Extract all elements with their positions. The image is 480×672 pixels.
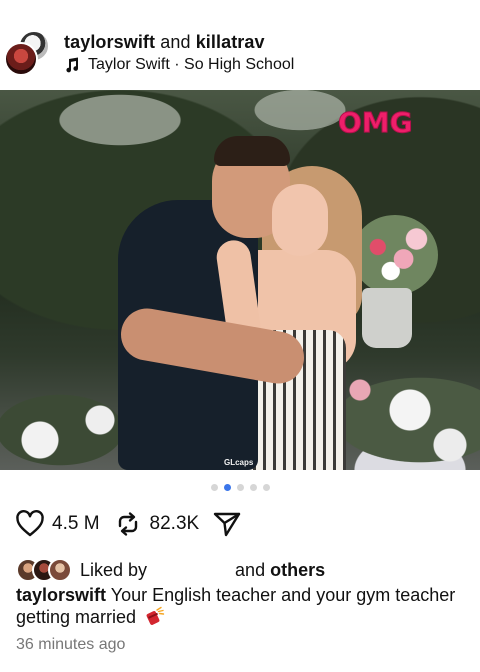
liked-by-prefix: Liked by [80, 559, 148, 580]
authors-connector: and [160, 32, 191, 52]
carousel-indicator [0, 484, 480, 494]
username-taylorswift[interactable]: taylorswift [64, 32, 155, 52]
photo-urn [362, 288, 412, 348]
carousel-dot[interactable] [236, 484, 244, 491]
post-actions: 4.5 M 82.3K [14, 508, 243, 540]
collab-avatars[interactable] [4, 30, 50, 76]
liked-by-and: and [235, 559, 266, 580]
post-authors: taylorswift and killatrav [64, 32, 265, 53]
like-count[interactable]: 4.5 M [52, 513, 100, 535]
heart-icon[interactable] [14, 508, 46, 540]
liked-by-suffix[interactable]: and others [235, 560, 325, 581]
photo-man-hair [214, 136, 290, 166]
username-killatrav[interactable]: killatrav [196, 32, 265, 52]
music-note-icon [66, 57, 79, 73]
caption-text-line2: getting married [16, 607, 137, 627]
post-caption: taylorswift Your English teacher and you… [16, 584, 480, 628]
post-photo[interactable]: OMG GLcaps [0, 90, 480, 470]
photo-watermark: GLcaps [224, 458, 254, 467]
liker-avatar [48, 558, 72, 582]
photo-woman-face [272, 184, 328, 256]
music-track-text: Taylor Swift · So High School [88, 56, 295, 73]
liked-by-others[interactable]: others [270, 560, 325, 580]
liker-avatars [16, 558, 76, 582]
avatar-taylorswift[interactable] [4, 42, 38, 76]
omg-sticker: OMG [338, 106, 414, 139]
repost-count[interactable]: 82.3K [150, 513, 200, 535]
repost-icon[interactable] [112, 508, 144, 540]
photo-flowers [352, 215, 438, 295]
paper-plane-icon[interactable] [211, 508, 243, 540]
liked-by-row[interactable]: Liked by and others [16, 556, 325, 584]
post-header: taylorswift and killatrav Taylor Swift ·… [0, 0, 480, 90]
caption-text-line1: Your English teacher and your gym teache… [110, 585, 456, 605]
carousel-dot[interactable] [249, 484, 257, 491]
carousel-dot-active[interactable] [223, 484, 231, 491]
post-timestamp: 36 minutes ago [16, 636, 126, 653]
carousel-dot[interactable] [262, 484, 270, 491]
music-attribution[interactable]: Taylor Swift · So High School [64, 56, 294, 74]
carousel-dot[interactable] [210, 484, 218, 491]
caption-username[interactable]: taylorswift [16, 585, 106, 605]
firecracker-icon [146, 606, 165, 625]
